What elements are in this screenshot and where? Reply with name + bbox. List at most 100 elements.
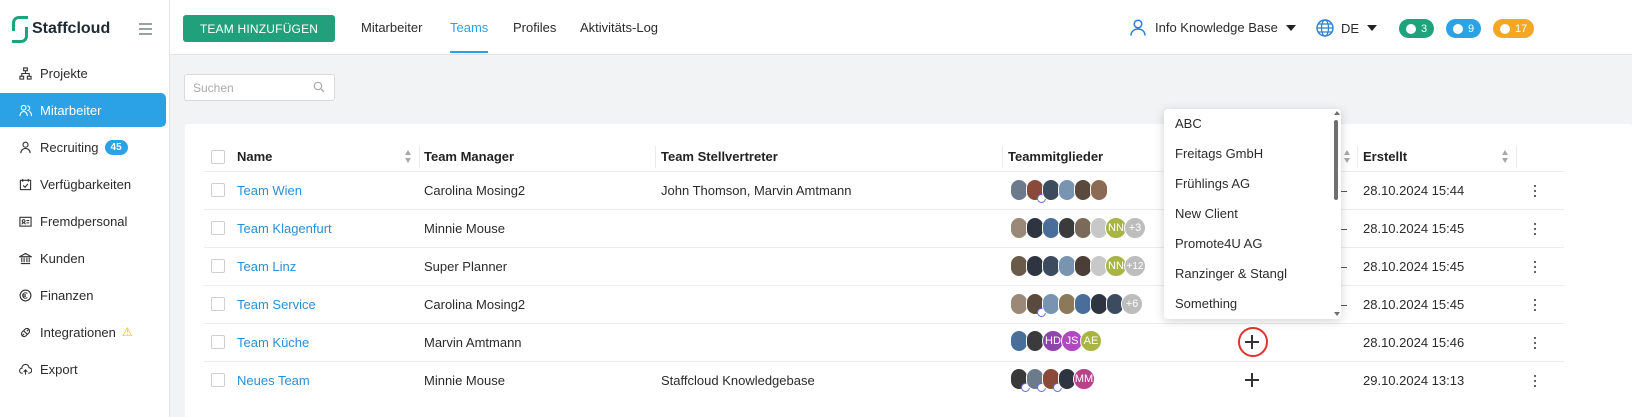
tab-profiles[interactable]: Profiles — [513, 0, 556, 55]
euro-icon — [18, 288, 32, 302]
created-date: 29.10.2024 13:13 — [1363, 373, 1465, 388]
warning-icon: ⚠ — [121, 325, 133, 339]
team-manager: Carolina Mosing2 — [424, 297, 526, 312]
sidebar-item-label: Mitarbeiter — [40, 102, 102, 118]
sidebar-item-label: Finanzen — [40, 287, 94, 303]
column-header-name[interactable]: Name — [237, 149, 272, 164]
dropdown-option[interactable]: New Client — [1175, 206, 1238, 221]
dropdown-scrollbar[interactable] — [1334, 120, 1338, 200]
row-actions-menu-icon[interactable] — [1533, 185, 1537, 197]
more-members-count: +3 — [1124, 217, 1146, 239]
menu-toggle-icon[interactable] — [139, 23, 152, 38]
language-menu[interactable]: DE — [1316, 19, 1378, 37]
sidebar-item-fremdpersonal[interactable]: Fremdpersonal — [0, 204, 166, 238]
sidebar-item-verfuegbarkeiten[interactable]: Verfügbarkeiten — [0, 167, 166, 201]
user-icon — [1130, 19, 1146, 36]
bell-icon — [1453, 23, 1463, 34]
dropdown-option[interactable]: Ranzinger & Stangl — [1175, 266, 1287, 281]
dropdown-option[interactable]: Freitags GmbH — [1175, 146, 1263, 161]
more-members-count: +6 — [1121, 293, 1143, 315]
calendar-check-icon — [18, 177, 32, 191]
sidebar-item-kunden[interactable]: Kunden — [0, 241, 166, 275]
row-checkbox[interactable] — [211, 221, 225, 235]
row-actions-menu-icon[interactable] — [1533, 299, 1537, 311]
team-manager: Carolina Mosing2 — [424, 183, 526, 198]
add-team-button[interactable]: TEAM HINZUFÜGEN — [183, 15, 335, 42]
sidebar-item-integrationen[interactable]: Integrationen ⚠ — [0, 315, 166, 349]
dropdown-option[interactable]: Frühlings AG — [1175, 176, 1250, 191]
sidebar-item-finanzen[interactable]: Finanzen — [0, 278, 166, 312]
team-name-link[interactable]: Team Wien — [237, 183, 302, 198]
row-divider — [204, 285, 1564, 286]
team-name-link[interactable]: Team Linz — [237, 259, 296, 274]
team-manager: Marvin Amtmann — [424, 335, 522, 350]
sidebar-item-label: Integrationen — [40, 324, 116, 340]
sort-icon[interactable] — [1344, 150, 1351, 164]
row-actions-menu-icon[interactable] — [1533, 223, 1537, 235]
tab-aktivitaets-log[interactable]: Aktivitäts-Log — [580, 0, 658, 55]
clock-icon — [1500, 23, 1510, 34]
user-menu[interactable]: Info Knowledge Base — [1130, 19, 1296, 36]
team-name-link[interactable]: Team Küche — [237, 335, 309, 350]
top-bar: TEAM HINZUFÜGEN Mitarbeiter Teams Profil… — [170, 0, 1632, 55]
dropdown-option[interactable]: Promote4U AG — [1175, 236, 1262, 251]
sidebar-item-label: Fremdpersonal — [40, 213, 128, 229]
team-deputy: Staffcloud Knowledgebase — [661, 373, 815, 388]
sidebar-item-projekte[interactable]: Projekte — [0, 56, 166, 90]
team-name-link[interactable]: Neues Team — [237, 373, 310, 388]
sidebar-item-label: Verfügbarkeiten — [40, 176, 132, 192]
sidebar-item-export[interactable]: Export — [0, 352, 166, 386]
team-members-avatars[interactable] — [1010, 179, 1108, 203]
team-members-avatars[interactable]: NN +3 — [1010, 217, 1146, 239]
sidebar: Staffcloud Projekte Mitarbeiter Recruiti… — [0, 0, 170, 417]
created-date: 28.10.2024 15:45 — [1363, 297, 1465, 312]
notifications-badge[interactable]: 9 — [1446, 19, 1482, 38]
search-icon — [313, 81, 325, 93]
sidebar-item-recruiting[interactable]: Recruiting 45 — [0, 130, 166, 164]
row-actions-menu-icon[interactable] — [1533, 375, 1537, 387]
sort-icon[interactable] — [405, 150, 412, 164]
scroll-down-icon[interactable] — [1334, 312, 1340, 316]
column-divider — [1516, 146, 1517, 168]
row-divider — [204, 171, 1564, 172]
team-members-avatars[interactable]: MM — [1010, 368, 1095, 392]
empty-value-dash — [1341, 191, 1347, 192]
scroll-up-icon[interactable] — [1334, 111, 1340, 115]
team-members-avatars[interactable]: HD JS AE — [1010, 330, 1102, 352]
row-checkbox[interactable] — [211, 297, 225, 311]
dropdown-option[interactable]: Something — [1175, 296, 1237, 311]
row-actions-menu-icon[interactable] — [1533, 337, 1537, 349]
tab-teams[interactable]: Teams — [450, 0, 489, 55]
select-all-checkbox[interactable] — [211, 150, 225, 164]
client-select-dropdown[interactable]: ABC Freitags GmbH Frühlings AG New Clien… — [1164, 109, 1341, 319]
id-card-icon — [18, 214, 32, 228]
sidebar-item-label: Projekte — [40, 65, 88, 81]
avatar — [1090, 179, 1108, 201]
messages-badge[interactable]: 3 — [1399, 19, 1435, 38]
tab-mitarbeiter[interactable]: Mitarbeiter — [361, 0, 422, 55]
sidebar-item-mitarbeiter[interactable]: Mitarbeiter — [0, 93, 166, 127]
sort-icon[interactable] — [1502, 150, 1509, 164]
dropdown-option[interactable]: ABC — [1175, 116, 1202, 131]
notifications-count: 9 — [1468, 22, 1475, 35]
sidebar-item-label: Export — [40, 361, 78, 377]
empty-value-dash — [1341, 229, 1347, 230]
chevron-down-icon — [1367, 25, 1378, 31]
team-name-link[interactable]: Team Klagenfurt — [237, 221, 332, 236]
team-deputy: John Thomson, Marvin Amtmann — [661, 183, 852, 198]
row-checkbox[interactable] — [211, 373, 225, 387]
created-date: 28.10.2024 15:44 — [1363, 183, 1465, 198]
timetracking-badge[interactable]: 17 — [1493, 19, 1535, 38]
team-name-link[interactable]: Team Service — [237, 297, 316, 312]
app-name: Staffcloud — [32, 20, 111, 37]
team-manager: Minnie Mouse — [424, 373, 505, 388]
row-checkbox[interactable] — [211, 335, 225, 349]
row-checkbox[interactable] — [211, 183, 225, 197]
row-actions-menu-icon[interactable] — [1533, 261, 1537, 273]
team-members-avatars[interactable]: +6 — [1010, 293, 1143, 317]
team-members-avatars[interactable]: NN +12 — [1010, 255, 1146, 277]
row-checkbox[interactable] — [211, 259, 225, 273]
globe-icon — [1316, 19, 1334, 37]
column-header-created[interactable]: Erstellt — [1363, 149, 1407, 164]
add-client-button[interactable] — [1244, 372, 1260, 388]
